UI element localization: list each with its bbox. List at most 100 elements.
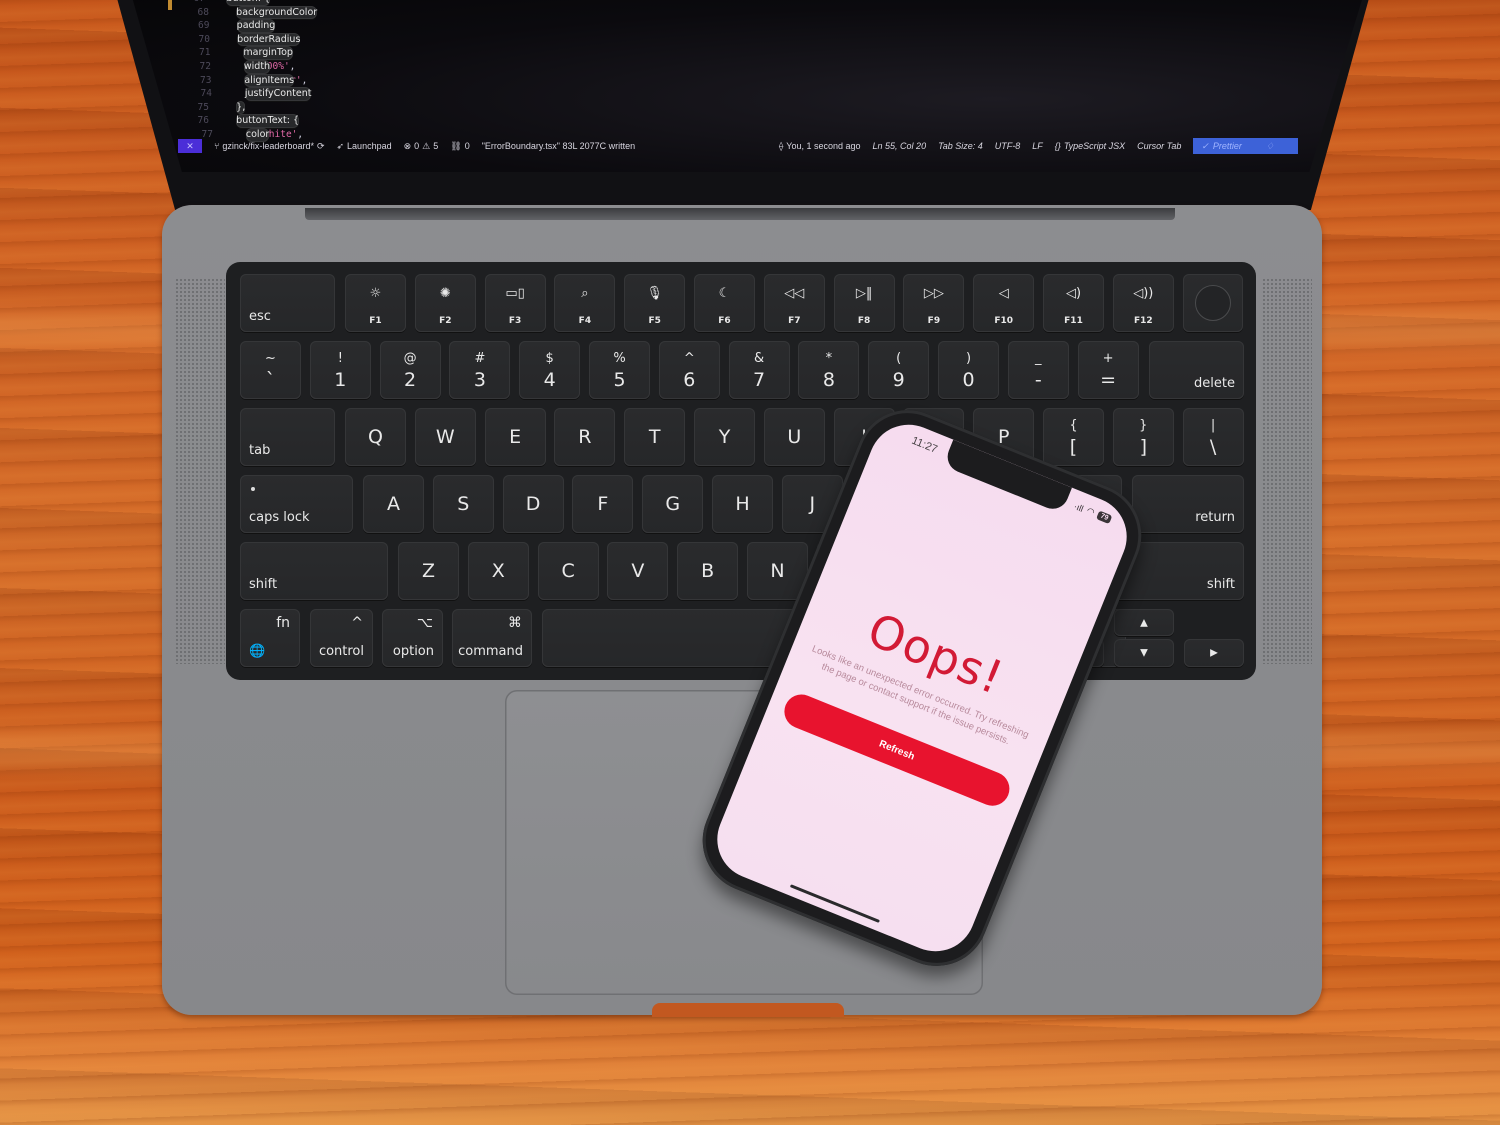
key-label: F7 (788, 316, 801, 326)
function-icon: ◁ (998, 286, 1009, 301)
git-blame[interactable]: ⟠ You, 1 second ago (779, 141, 861, 152)
key-r[interactable]: R (554, 408, 616, 466)
launchpad-item[interactable]: ➶ Launchpad (337, 141, 392, 152)
touch-id-key[interactable] (1183, 274, 1243, 332)
key-t[interactable]: T (624, 408, 686, 466)
key-label: esc (249, 309, 271, 324)
key-label: F2 (439, 316, 452, 326)
ports-indicator[interactable]: ⛓ 0 (450, 141, 469, 152)
key-6[interactable]: ^ 6 (658, 341, 720, 399)
key-z[interactable]: Z (398, 542, 459, 600)
key-[interactable]: | \ (1182, 408, 1244, 466)
command-icon: ⌘ (508, 615, 522, 631)
key-[interactable]: {[ (1043, 408, 1104, 466)
key-f4[interactable]: ⌕ F4 (554, 274, 616, 332)
code-editor[interactable]: 67 button: {68 backgroundColor: '#c20e26… (170, 0, 318, 142)
key-1[interactable]: ! 1 (309, 341, 371, 399)
key-f1[interactable]: ☼ F1 (345, 274, 406, 332)
key-symbol: ] (1139, 436, 1147, 458)
key-control[interactable]: ^ control (310, 609, 373, 667)
key-9[interactable]: (9 (868, 341, 930, 399)
key-command[interactable]: ⌘ command (452, 609, 532, 667)
key-f7[interactable]: ◁◁ F7 (763, 274, 825, 332)
key-caps-lock[interactable]: caps lock (240, 475, 353, 533)
key-fn[interactable]: fn 🌐 (240, 609, 300, 667)
key-3[interactable]: #3 (449, 341, 511, 399)
key-shift-symbol: } (1139, 418, 1148, 433)
globe-icon: 🌐 (249, 644, 266, 659)
code-line: 74 justifyContent: 'center', (170, 87, 312, 101)
key-f11[interactable]: ◁) F11 (1043, 274, 1104, 332)
line-number: 72 (199, 60, 211, 72)
key-y[interactable]: Y (694, 408, 755, 466)
function-icon: ☾ (718, 286, 731, 301)
key-letter: Y (718, 426, 731, 448)
key-shift-left[interactable]: shift (240, 542, 388, 600)
key-shift-symbol: $ (545, 351, 554, 366)
key-shift-symbol: @ (403, 351, 417, 366)
remote-icon[interactable]: ✕ (178, 139, 202, 153)
key-7[interactable]: & 7 (728, 341, 790, 399)
key-q[interactable]: Q (345, 408, 406, 466)
key-f8[interactable]: ▷‖ F8 (833, 274, 895, 332)
key-shift-symbol: * (825, 351, 833, 366)
branch-indicator[interactable]: ⑂ gzinck/fix-leaderboard* ⟳ (214, 141, 325, 152)
cellular-signal-icon: ·ıll (1072, 500, 1086, 514)
key-arrow-right[interactable]: ▶ (1184, 639, 1244, 667)
key-c[interactable]: C (537, 542, 599, 600)
key-5[interactable]: % 5 (589, 341, 650, 399)
problems-indicator[interactable]: ⊗ 0 ⚠ 5 (404, 141, 439, 152)
key-arrow-up[interactable]: ▲ (1114, 609, 1174, 636)
caps-lock-indicator (251, 487, 255, 491)
key-f5[interactable]: 🎙 F5 (624, 274, 686, 332)
key-w[interactable]: W (414, 408, 476, 466)
key-f2[interactable]: ✺ F2 (414, 274, 476, 332)
key-f10[interactable]: ◁ F10 (973, 274, 1035, 332)
cursor-tab[interactable]: Cursor Tab (1137, 141, 1181, 151)
key-d[interactable]: D (502, 475, 564, 533)
key-4[interactable]: $4 (519, 341, 581, 399)
cursor-position[interactable]: Ln 55, Col 20 (873, 141, 927, 151)
key-a[interactable]: A (363, 475, 424, 533)
key-f12[interactable]: ◁)) F12 (1112, 274, 1174, 332)
key-arrow-down[interactable]: ▼ (1114, 639, 1174, 667)
status-message: "ErrorBoundary.tsx" 83L 2077C written (481, 141, 636, 151)
tab-size[interactable]: Tab Size: 4 (938, 141, 983, 151)
refresh-button[interactable]: Refresh (779, 689, 1015, 811)
key-return[interactable]: return (1132, 475, 1244, 533)
key-h[interactable]: H (712, 475, 773, 533)
encoding[interactable]: UTF-8 (995, 141, 1021, 151)
key-symbol: 5 (613, 369, 626, 391)
key-v[interactable]: V (607, 542, 669, 600)
key-label: F8 (857, 316, 871, 326)
key-label: F11 (1064, 316, 1083, 326)
key-b[interactable]: B (677, 542, 739, 600)
key-x[interactable]: X (467, 542, 529, 600)
key-f3[interactable]: ▭▯ F3 (484, 274, 546, 332)
prettier-status[interactable]: ✓ Prettier ♢ (1193, 138, 1298, 154)
key-`[interactable]: ~ ` (240, 341, 301, 399)
key-[interactable]: }] (1112, 408, 1174, 466)
key--[interactable]: _ - (1007, 341, 1069, 399)
key-letter: U (787, 426, 802, 448)
code-line: 75 }, (170, 100, 308, 115)
key-g[interactable]: G (642, 475, 704, 533)
key-tab[interactable]: tab (240, 408, 335, 466)
key-8[interactable]: * 8 (798, 341, 860, 399)
key-s[interactable]: S (432, 475, 494, 533)
key-u[interactable]: U (763, 408, 825, 466)
key-f9[interactable]: ▷▷ F9 (903, 274, 965, 332)
key-e[interactable]: E (484, 408, 546, 466)
key-f[interactable]: F (572, 475, 634, 533)
line-ending[interactable]: LF (1032, 141, 1043, 151)
function-icon: ☼ (369, 286, 382, 301)
key-f6[interactable]: ☾ F6 (694, 274, 755, 332)
key-0[interactable]: ) 0 (938, 341, 999, 399)
key-esc[interactable]: esc (240, 274, 335, 332)
key-delete[interactable]: delete (1149, 341, 1244, 399)
key-=[interactable]: + = (1077, 341, 1139, 399)
key-2[interactable]: @2 (379, 341, 441, 399)
key-option[interactable]: ⌥ option (382, 609, 443, 667)
key-shift-symbol: { (1069, 418, 1078, 433)
language-mode[interactable]: {} TypeScript JSX (1055, 141, 1125, 151)
